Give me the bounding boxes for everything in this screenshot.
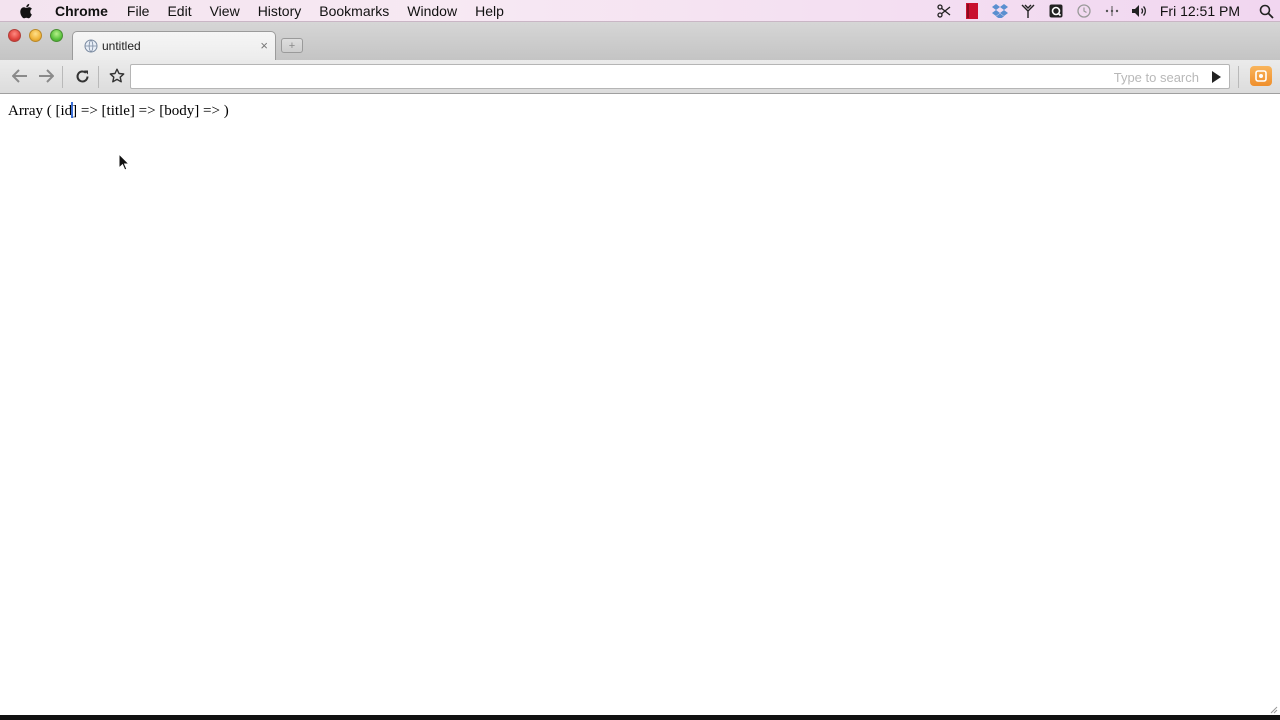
volume-icon[interactable]	[1126, 0, 1154, 22]
browser-toolbar: Type to search	[0, 60, 1280, 94]
print-r-output: Array ( [id] => [title] => [body] => )	[8, 102, 229, 120]
menu-app-name[interactable]: Chrome	[46, 0, 118, 22]
window-zoom-button[interactable]	[50, 29, 63, 42]
tab-untitled[interactable]: untitled ×	[72, 31, 276, 60]
menu-help[interactable]: Help	[466, 0, 513, 22]
menu-window[interactable]: Window	[398, 0, 466, 22]
back-button[interactable]	[8, 65, 32, 87]
spotlight-search-icon[interactable]	[1252, 0, 1280, 22]
menu-file[interactable]: File	[118, 0, 159, 22]
reload-icon	[76, 69, 88, 82]
tab-strip: untitled × +	[0, 22, 1280, 60]
tab-title: untitled	[102, 39, 141, 53]
window-minimize-button[interactable]	[29, 29, 42, 42]
apple-icon[interactable]	[18, 2, 36, 20]
menu-edit[interactable]: Edit	[158, 0, 200, 22]
tab-close-icon[interactable]: ×	[260, 39, 268, 52]
quicksilver-icon[interactable]	[1042, 0, 1070, 22]
address-input[interactable]	[131, 65, 1081, 88]
output-suffix: ] => [title] => [body] => )	[72, 103, 229, 119]
menu-history[interactable]: History	[249, 0, 311, 22]
page-content: Array ( [id] => [title] => [body] => )	[0, 95, 1280, 715]
window-close-button[interactable]	[8, 29, 21, 42]
arrow-right-icon	[39, 69, 54, 83]
mouse-cursor-icon	[118, 153, 130, 171]
star-icon	[109, 68, 125, 83]
address-bar[interactable]: Type to search	[130, 64, 1230, 89]
time-machine-icon[interactable]	[1070, 0, 1098, 22]
window-bottom-edge	[0, 715, 1280, 720]
extension-button[interactable]	[1250, 66, 1272, 86]
go-button[interactable]	[1209, 69, 1223, 85]
toolbar-divider	[98, 66, 99, 88]
reload-button[interactable]	[70, 65, 94, 87]
toolbar-divider	[1238, 66, 1239, 88]
menu-extra-icon[interactable]	[1098, 0, 1126, 22]
toolbar-divider	[62, 66, 63, 88]
antenna-icon[interactable]	[1014, 0, 1042, 22]
red-book-icon[interactable]	[958, 0, 986, 22]
globe-icon	[84, 39, 98, 53]
arrow-left-icon	[12, 69, 27, 83]
new-tab-button[interactable]: +	[281, 38, 303, 53]
status-area: Fri 12:51 PM	[930, 0, 1280, 22]
resize-grip-icon[interactable]	[1268, 704, 1278, 714]
menu-bar: Chrome File Edit View History Bookmarks …	[0, 0, 1280, 22]
output-prefix: Array ( [id	[8, 103, 73, 119]
scissors-icon[interactable]	[930, 0, 958, 22]
extension-icon	[1255, 70, 1267, 82]
dropbox-icon[interactable]	[986, 0, 1014, 22]
bookmark-star-button[interactable]	[105, 65, 129, 87]
forward-button[interactable]	[34, 65, 58, 87]
menu-bookmarks[interactable]: Bookmarks	[310, 0, 398, 22]
search-placeholder: Type to search	[1113, 70, 1199, 85]
menubar-clock[interactable]: Fri 12:51 PM	[1154, 3, 1252, 19]
play-icon	[1212, 71, 1221, 83]
menu-view[interactable]: View	[201, 0, 249, 22]
